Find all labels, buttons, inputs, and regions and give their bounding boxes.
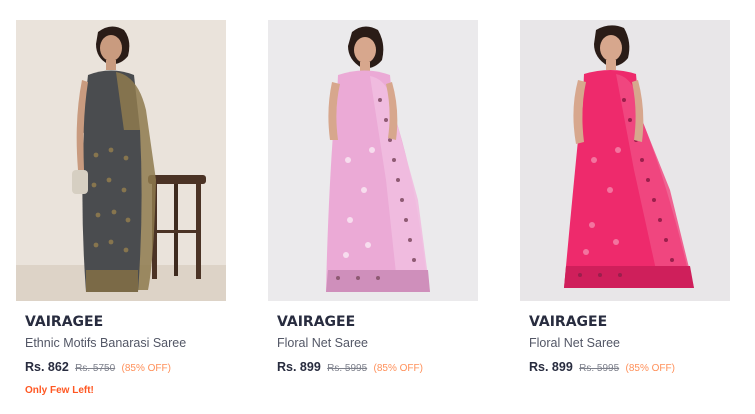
product-card[interactable]: VAIRAGEE Floral Net Saree Rs. 899 Rs. 59… — [520, 20, 730, 410]
product-title: Ethnic Motifs Banarasi Saree — [25, 336, 187, 350]
product-title: Floral Net Saree — [277, 336, 369, 350]
product-discount: (85% OFF) — [373, 363, 423, 374]
product-price: Rs. 862 — [25, 360, 69, 374]
product-info[interactable]: VAIRAGEE Floral Net Saree Rs. 899 Rs. 59… — [277, 312, 477, 377]
price-row: Rs. 899 Rs. 5995 (85% OFF) — [529, 359, 729, 377]
product-brand: VAIRAGEE — [25, 314, 104, 330]
product-price: Rs. 899 — [277, 360, 321, 374]
product-image[interactable] — [268, 20, 478, 301]
product-title: Floral Net Saree — [529, 336, 621, 350]
product-grid: VAIRAGEE Ethnic Motifs Banarasi Saree Rs… — [0, 0, 755, 414]
product-brand: VAIRAGEE — [277, 314, 356, 330]
stock-badge: Only Few Left! — [25, 385, 94, 396]
product-discount: (85% OFF) — [121, 363, 171, 374]
price-row: Rs. 862 Rs. 5750 (85% OFF) — [25, 359, 225, 377]
product-info[interactable]: VAIRAGEE Floral Net Saree Rs. 899 Rs. 59… — [529, 312, 729, 377]
product-brand: VAIRAGEE — [529, 314, 608, 330]
price-row: Rs. 899 Rs. 5995 (85% OFF) — [277, 359, 477, 377]
saree-model-image — [268, 20, 478, 301]
saree-model-image — [16, 20, 226, 301]
product-mrp: Rs. 5995 — [579, 363, 620, 374]
product-discount: (85% OFF) — [625, 363, 675, 374]
product-image[interactable] — [16, 20, 226, 301]
product-mrp: Rs. 5750 — [75, 363, 116, 374]
product-image[interactable] — [520, 20, 730, 301]
product-price: Rs. 899 — [529, 360, 573, 374]
product-mrp: Rs. 5995 — [327, 363, 368, 374]
product-card[interactable]: VAIRAGEE Floral Net Saree Rs. 899 Rs. 59… — [268, 20, 478, 410]
saree-model-image — [520, 20, 730, 301]
product-info[interactable]: VAIRAGEE Ethnic Motifs Banarasi Saree Rs… — [25, 312, 225, 398]
product-card[interactable]: VAIRAGEE Ethnic Motifs Banarasi Saree Rs… — [16, 20, 226, 410]
